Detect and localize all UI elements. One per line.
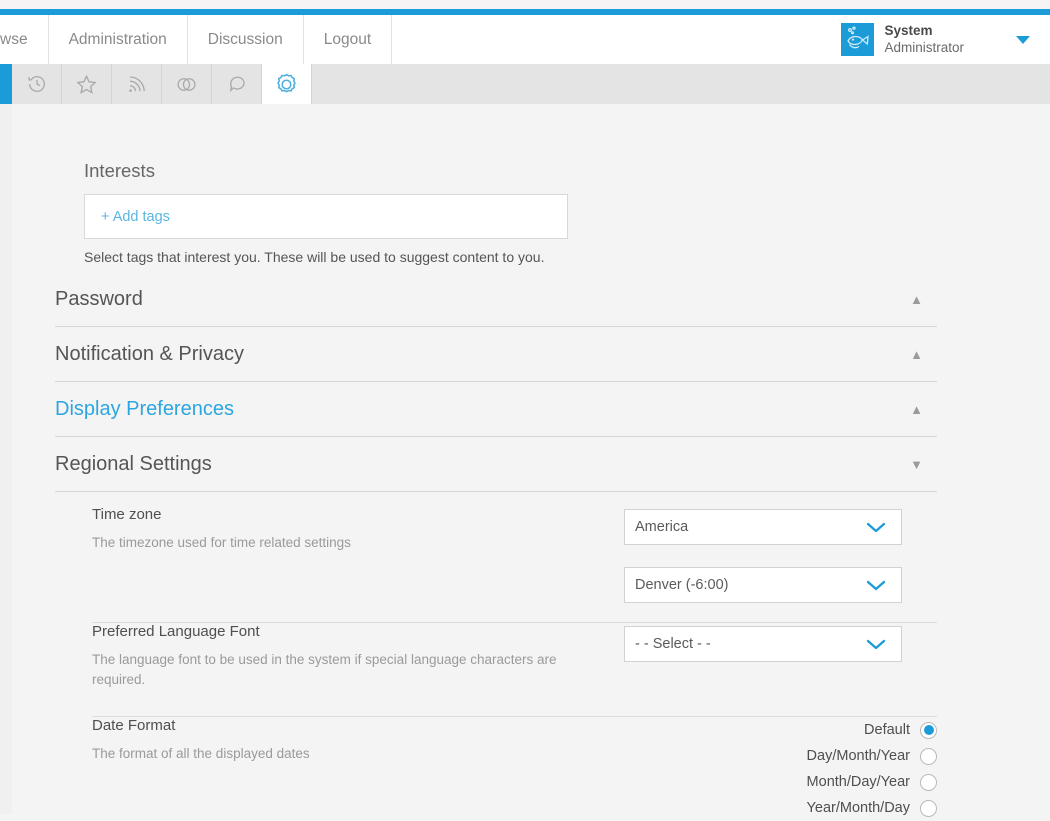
time-zone-description: The timezone used for time related setti… [92, 535, 351, 550]
chevron-down-icon [863, 577, 889, 593]
user-first-name: System [884, 22, 933, 38]
date-format-option-default-label: Default [864, 722, 910, 738]
rss-icon[interactable] [112, 64, 162, 104]
nav-item-administration[interactable]: Administration [49, 15, 188, 64]
time-zone-region-select[interactable]: America [624, 509, 902, 545]
nav-item-browse-label: wse [0, 30, 28, 48]
section-regional-settings[interactable]: Regional Settings ▼ [55, 437, 937, 492]
section-regional-settings-title: Regional Settings [55, 452, 212, 475]
section-notification-privacy-title: Notification & Privacy [55, 342, 244, 365]
date-format-option-dmy[interactable]: Day/Month/Year [807, 743, 937, 769]
chevron-down-icon[interactable]: ▼ [910, 458, 923, 471]
time-zone-city-select[interactable]: Denver (-6:00) [624, 567, 902, 603]
page-top-margin [0, 0, 1050, 9]
fish-avatar-icon [841, 23, 875, 56]
language-font-select[interactable]: - - Select - - [624, 626, 902, 662]
nav-item-logout-label: Logout [323, 30, 372, 48]
date-format-description: The format of all the displayed dates [92, 746, 310, 761]
nav-item-logout[interactable]: Logout [304, 15, 393, 64]
field-time-zone: Time zone The timezone used for time rel… [92, 506, 937, 623]
nav-item-discussion-label: Discussion [207, 30, 283, 48]
left-gutter [0, 104, 12, 814]
date-format-option-dmy-label: Day/Month/Year [806, 748, 910, 764]
user-last-name: Administrator [884, 39, 964, 55]
interests-help-text: Select tags that interest you. These wil… [84, 249, 545, 265]
toolbar-empty-space [312, 64, 1050, 104]
section-password[interactable]: Password ▲ [55, 272, 937, 327]
nav-item-browse[interactable]: wse [0, 15, 49, 64]
user-name-block: System Administrator [884, 23, 964, 57]
chevron-up-icon[interactable]: ▲ [910, 403, 923, 416]
icon-toolbar [0, 64, 1050, 104]
date-format-option-ymd[interactable]: Year/Month/Day [807, 795, 937, 821]
date-format-option-mdy-label: Month/Day/Year [806, 774, 910, 790]
field-date-format: Date Format The format of all the displa… [92, 717, 937, 818]
chevron-down-icon [863, 636, 889, 652]
tags-input[interactable]: + Add tags [84, 194, 568, 239]
star-icon[interactable] [62, 64, 112, 104]
chevron-down-icon [863, 519, 889, 535]
date-format-option-mdy[interactable]: Month/Day/Year [807, 769, 937, 795]
add-tags-link[interactable]: + Add tags [101, 209, 170, 225]
nav-item-discussion[interactable]: Discussion [188, 15, 304, 64]
language-font-value: - - Select - - [635, 636, 711, 652]
venn-icon[interactable] [162, 64, 212, 104]
time-zone-region-value: America [635, 519, 689, 535]
field-preferred-language-font: Preferred Language Font The language fon… [92, 623, 937, 717]
interests-block: Interests + Add tags Select tags that in… [84, 160, 684, 265]
section-notification-privacy[interactable]: Notification & Privacy ▲ [55, 327, 937, 382]
top-navigation-bar: wse Administration Discussion Logout Sys… [0, 15, 1050, 64]
radio-button-icon[interactable] [920, 773, 937, 791]
radio-button-icon[interactable] [920, 747, 937, 765]
nav-item-administration-label: Administration [68, 30, 167, 48]
radio-button-icon[interactable] [920, 721, 937, 739]
chevron-up-icon[interactable]: ▲ [910, 293, 923, 306]
caret-down-icon[interactable] [1016, 35, 1030, 44]
interests-label: Interests [84, 160, 155, 181]
section-password-title: Password [55, 287, 143, 310]
gear-icon[interactable] [262, 64, 312, 104]
date-format-radio-group: Default Day/Month/Year Month/Day/Year Ye… [807, 717, 937, 821]
chevron-up-icon[interactable]: ▲ [910, 348, 923, 361]
toolbar-accent-bar [0, 64, 12, 104]
section-display-preferences-title: Display Preferences [55, 397, 234, 420]
date-format-option-default[interactable]: Default [807, 717, 937, 743]
time-zone-city-value: Denver (-6:00) [635, 577, 729, 593]
speech-bubble-icon[interactable] [212, 64, 262, 104]
history-icon[interactable] [12, 64, 62, 104]
section-display-preferences[interactable]: Display Preferences ▲ [55, 382, 937, 437]
user-menu[interactable]: System Administrator [841, 15, 1050, 64]
language-font-description: The language font to be used in the syst… [92, 652, 557, 688]
settings-content: Interests + Add tags Select tags that in… [0, 104, 1050, 817]
